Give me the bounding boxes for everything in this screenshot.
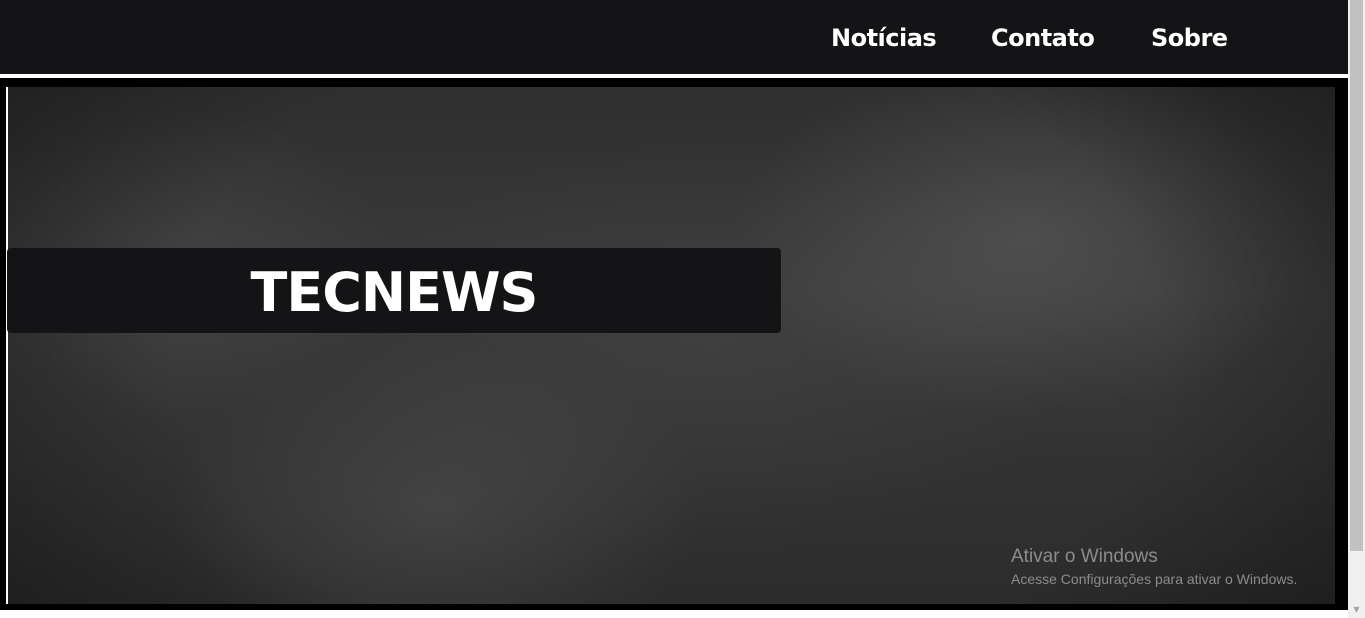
arrow-down-icon[interactable]: ▼: [1348, 601, 1365, 618]
hero-background-image: [8, 87, 1335, 604]
site-title: TECNEWS: [250, 261, 539, 324]
hero-title-banner: TECNEWS: [7, 248, 781, 333]
watermark-subtitle: Acesse Configurações para ativar o Windo…: [1011, 571, 1298, 587]
nav-link-contato[interactable]: Contato: [991, 22, 1095, 54]
page: Notícias Contato Sobre TECNEWS Ativar o …: [0, 0, 1348, 618]
nav-link-sobre[interactable]: Sobre: [1151, 22, 1228, 54]
scrollbar-thumb[interactable]: [1350, 0, 1363, 551]
vertical-scrollbar[interactable]: ▼: [1348, 0, 1365, 618]
watermark-title: Ativar o Windows: [1011, 546, 1158, 567]
top-navigation-bar: Notícias Contato Sobre: [0, 0, 1348, 74]
nav-link-noticias[interactable]: Notícias: [831, 22, 937, 54]
windows-activation-watermark: Ativar o Windows Acesse Configurações pa…: [1011, 544, 1297, 588]
hero-left-divider: [6, 87, 8, 604]
